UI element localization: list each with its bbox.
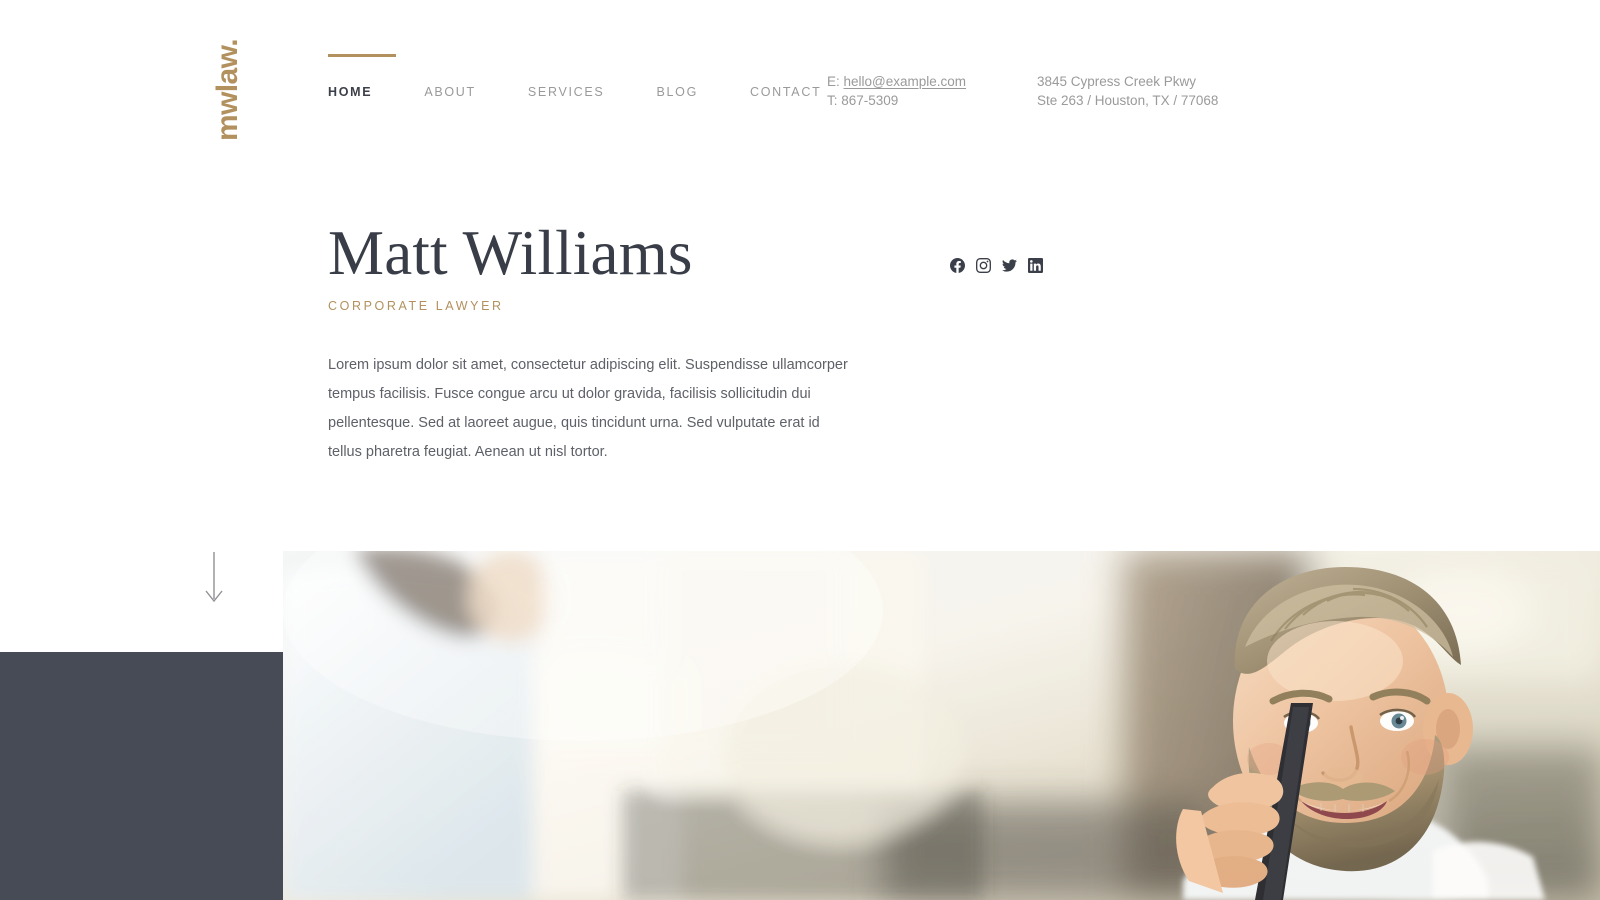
hero-paragraph: Lorem ipsum dolor sit amet, consectetur …	[328, 356, 848, 460]
email-prefix-label: E:	[827, 74, 840, 89]
social-links	[950, 258, 1043, 273]
hero-text-block: Matt Williams CORPORATE LAWYER Lorem ips…	[328, 218, 948, 467]
address-line-1: 3845 Cypress Creek Pkwy	[1037, 74, 1197, 89]
nav-item-about[interactable]: ABOUT	[424, 83, 476, 101]
arrow-down-icon[interactable]	[198, 552, 230, 606]
nav-item-home[interactable]: HOME	[328, 83, 372, 101]
main-navigation: HOME ABOUT SERVICES BLOG CONTACT	[328, 54, 821, 101]
address-line-2: Ste 263 / Houston, TX / 77068	[1037, 93, 1219, 109]
page-title: Matt Williams	[328, 218, 693, 288]
hero-subtitle: CORPORATE LAWYER	[328, 298, 504, 313]
nav-item-contact[interactable]: CONTACT	[750, 83, 821, 101]
site-logo[interactable]: mwlaw.	[206, 30, 250, 150]
page-root: mwlaw. HOME ABOUT SERVICES BLOG CONTACT …	[0, 0, 1600, 900]
nav-item-services[interactable]: SERVICES	[528, 83, 605, 101]
logo-text: mwlaw.	[211, 39, 244, 141]
dark-accent-block	[0, 652, 283, 900]
contact-email-block: E: hello@example.com T: 867-5309	[827, 72, 966, 110]
nav-accent-rule	[328, 54, 396, 57]
contact-address-block: 3845 Cypress Creek Pkwy Ste 263 / Housto…	[1037, 72, 1218, 110]
email-link[interactable]: hello@example.com	[844, 74, 967, 89]
contact-phone-line[interactable]: T: 867-5309	[827, 91, 966, 110]
facebook-icon[interactable]	[950, 258, 965, 273]
nav-list: HOME ABOUT SERVICES BLOG CONTACT	[328, 83, 821, 101]
hero-photo	[283, 551, 1600, 900]
contact-email-line: E: hello@example.com	[827, 72, 966, 91]
hero-photo-render	[283, 551, 1600, 900]
twitter-icon[interactable]	[1002, 258, 1017, 273]
linkedin-icon[interactable]	[1028, 258, 1043, 273]
nav-item-blog[interactable]: BLOG	[656, 83, 698, 101]
instagram-icon[interactable]	[976, 258, 991, 273]
